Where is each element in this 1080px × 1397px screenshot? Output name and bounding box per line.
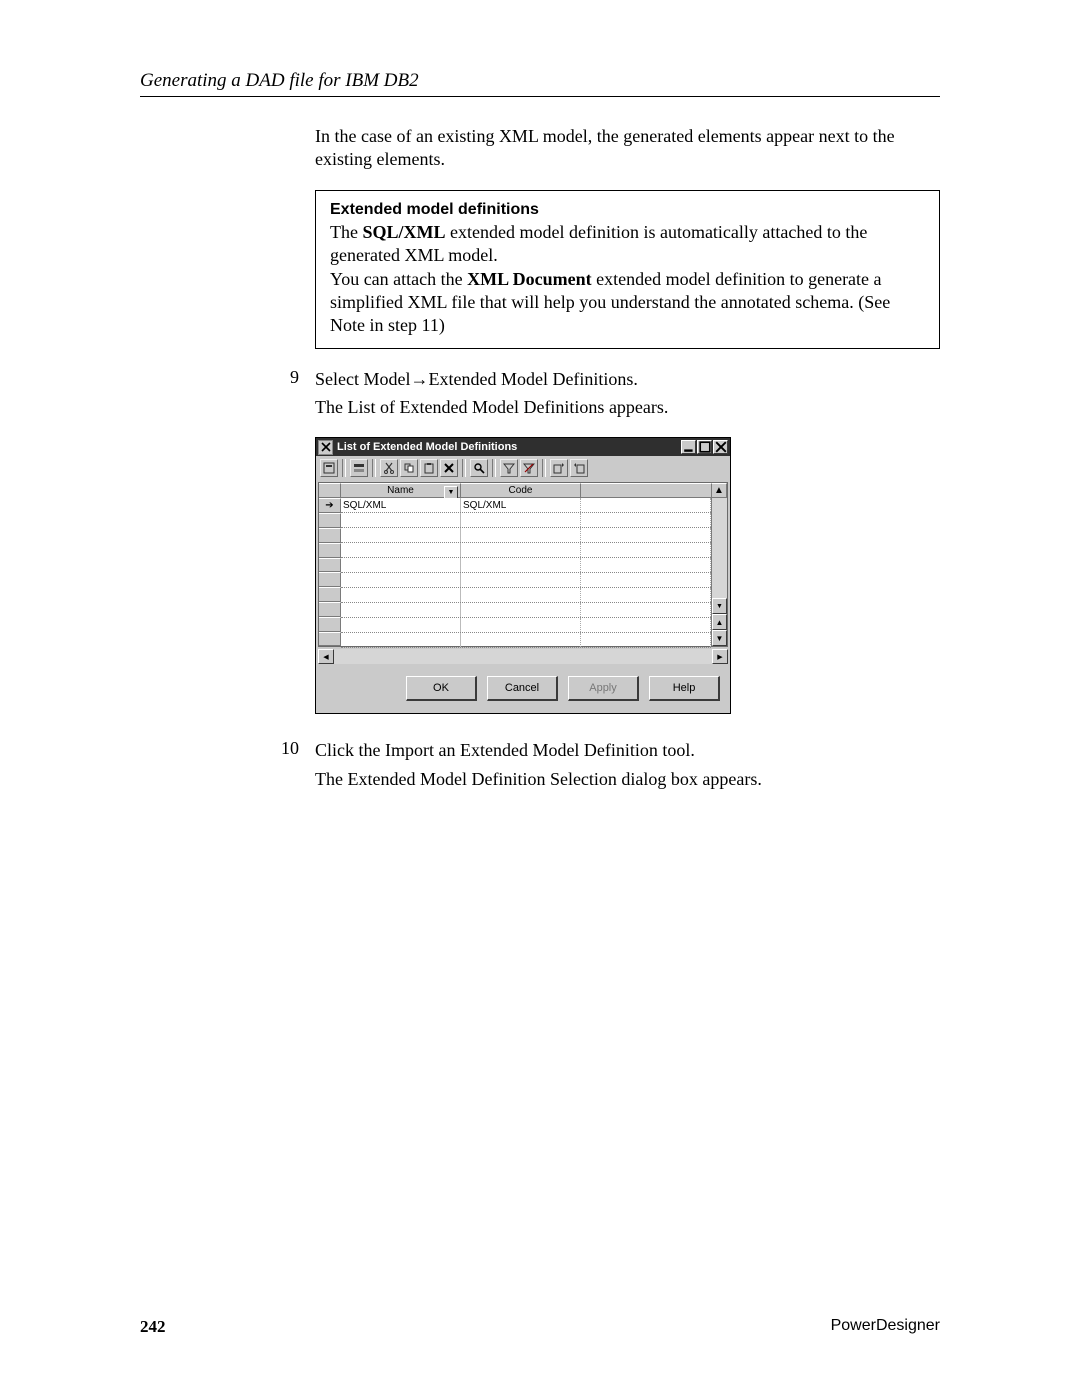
row-handle[interactable]	[319, 543, 341, 558]
toolbar-separator	[372, 459, 376, 477]
table-row[interactable]	[341, 618, 711, 633]
dialog-button-row: OK Cancel Apply Help	[316, 666, 730, 713]
step-text: Click the Import an Extended Model Defin…	[315, 738, 940, 762]
column-header-code[interactable]: Code	[461, 483, 581, 498]
ok-button[interactable]: OK	[406, 676, 477, 701]
data-grid[interactable]: Name ▼ Code ▲ ➔	[318, 482, 728, 647]
row-handle[interactable]	[319, 617, 341, 632]
cell-code[interactable]: SQL/XML	[461, 498, 581, 512]
dialog-title: List of Extended Model Definitions	[337, 441, 681, 453]
header-rule	[140, 96, 940, 97]
delete-icon[interactable]	[440, 459, 458, 477]
note-title: Extended model definitions	[330, 201, 925, 219]
row-handle[interactable]	[319, 632, 341, 647]
dialog-screenshot: List of Extended Model Definitions	[315, 437, 940, 714]
toolbar-separator	[462, 459, 466, 477]
note-para2-bold: XML Document	[467, 269, 592, 289]
cell-name[interactable]: SQL/XML	[341, 498, 461, 512]
find-icon[interactable]	[470, 459, 488, 477]
table-row[interactable]	[341, 543, 711, 558]
toolbar-separator	[492, 459, 496, 477]
page-footer: 242 PowerDesigner	[140, 1317, 940, 1337]
table-row[interactable]	[341, 573, 711, 588]
step-9-sub: The List of Extended Model Definitions a…	[315, 395, 940, 419]
grid-data-area[interactable]: SQL/XML SQL/XML	[341, 498, 711, 646]
paste-icon[interactable]	[420, 459, 438, 477]
step-9: 9 Select Model→Extended Model Definition…	[271, 367, 940, 391]
table-row[interactable]	[341, 588, 711, 603]
row-handle-header	[319, 483, 341, 498]
scrollbar-track[interactable]	[334, 649, 712, 664]
row-indicator-icon[interactable]: ➔	[319, 498, 341, 513]
row-handle[interactable]	[319, 572, 341, 587]
page-number: 242	[140, 1317, 166, 1337]
grid-body: ➔ SQL/XM	[319, 498, 727, 646]
export-icon[interactable]	[570, 459, 588, 477]
horizontal-scrollbar[interactable]: ◀ ▶	[318, 649, 728, 664]
clear-filter-icon[interactable]	[520, 459, 538, 477]
grid-header: Name ▼ Code ▲	[319, 483, 727, 498]
note-body: The SQL/XML extended model definition is…	[330, 221, 925, 338]
step-10: 10 Click the Import an Extended Model De…	[271, 738, 940, 762]
titlebar-sysmenu-icon[interactable]	[318, 440, 333, 455]
table-row[interactable]: SQL/XML SQL/XML	[341, 498, 711, 513]
apply-button[interactable]: Apply	[568, 676, 639, 701]
insert-row-icon[interactable]	[350, 459, 368, 477]
section-header: Generating a DAD file for IBM DB2	[140, 70, 940, 92]
import-icon[interactable]	[550, 459, 568, 477]
close-button[interactable]	[713, 440, 728, 454]
row-handle[interactable]	[319, 528, 341, 543]
note-para1-prefix: The	[330, 222, 362, 242]
cut-icon[interactable]	[380, 459, 398, 477]
row-handle[interactable]	[319, 587, 341, 602]
cell-empty	[581, 498, 711, 512]
table-row[interactable]	[341, 558, 711, 573]
toolbar-separator	[342, 459, 346, 477]
scroll-top-button[interactable]: ▲	[712, 614, 727, 630]
row-handle[interactable]	[319, 558, 341, 573]
cancel-button[interactable]: Cancel	[487, 676, 558, 701]
step-10-sub: The Extended Model Definition Selection …	[315, 767, 940, 791]
column-header-blank	[581, 483, 712, 498]
column-header-name-label: Name	[387, 485, 414, 496]
step-text: Select Model→Extended Model Definitions.	[315, 367, 940, 391]
dialog-toolbar	[316, 456, 730, 480]
scroll-up-button[interactable]: ▲	[712, 483, 727, 498]
page: Generating a DAD file for IBM DB2 In the…	[0, 0, 1080, 1397]
table-row[interactable]	[341, 528, 711, 543]
footer-product: PowerDesigner	[831, 1317, 940, 1337]
column-header-name[interactable]: Name ▼	[341, 483, 461, 498]
dialog-window: List of Extended Model Definitions	[315, 437, 731, 714]
row-handle[interactable]	[319, 602, 341, 617]
content-column: In the case of an existing XML model, th…	[315, 125, 940, 791]
intro-paragraph: In the case of an existing XML model, th…	[315, 125, 940, 172]
titlebar-buttons	[681, 440, 728, 454]
table-row[interactable]	[341, 603, 711, 618]
help-button[interactable]: Help	[649, 676, 720, 701]
dialog-titlebar[interactable]: List of Extended Model Definitions	[316, 438, 730, 456]
note-para1-bold: SQL/XML	[362, 222, 445, 242]
toolbar-separator	[542, 459, 546, 477]
properties-icon[interactable]	[320, 459, 338, 477]
scrollbar-track[interactable]	[712, 498, 727, 598]
scroll-down-button[interactable]: ▼	[712, 598, 727, 614]
note-box: Extended model definitions The SQL/XML e…	[315, 190, 940, 349]
step-number: 10	[271, 738, 299, 762]
copy-icon[interactable]	[400, 459, 418, 477]
table-row[interactable]	[341, 633, 711, 648]
scroll-left-button[interactable]: ◀	[318, 649, 334, 664]
maximize-button[interactable]	[697, 440, 712, 454]
scroll-right-button[interactable]: ▶	[712, 649, 728, 664]
table-row[interactable]	[341, 513, 711, 528]
note-para2-prefix: You can attach the	[330, 269, 467, 289]
scroll-bottom-button[interactable]: ▼	[712, 630, 727, 646]
step-number: 9	[271, 367, 299, 391]
row-handle-column: ➔	[319, 498, 341, 646]
vertical-scrollbar[interactable]: ▼ ▲ ▼	[711, 498, 727, 646]
filter-icon[interactable]	[500, 459, 518, 477]
row-handle[interactable]	[319, 513, 341, 528]
minimize-button[interactable]	[681, 440, 696, 454]
